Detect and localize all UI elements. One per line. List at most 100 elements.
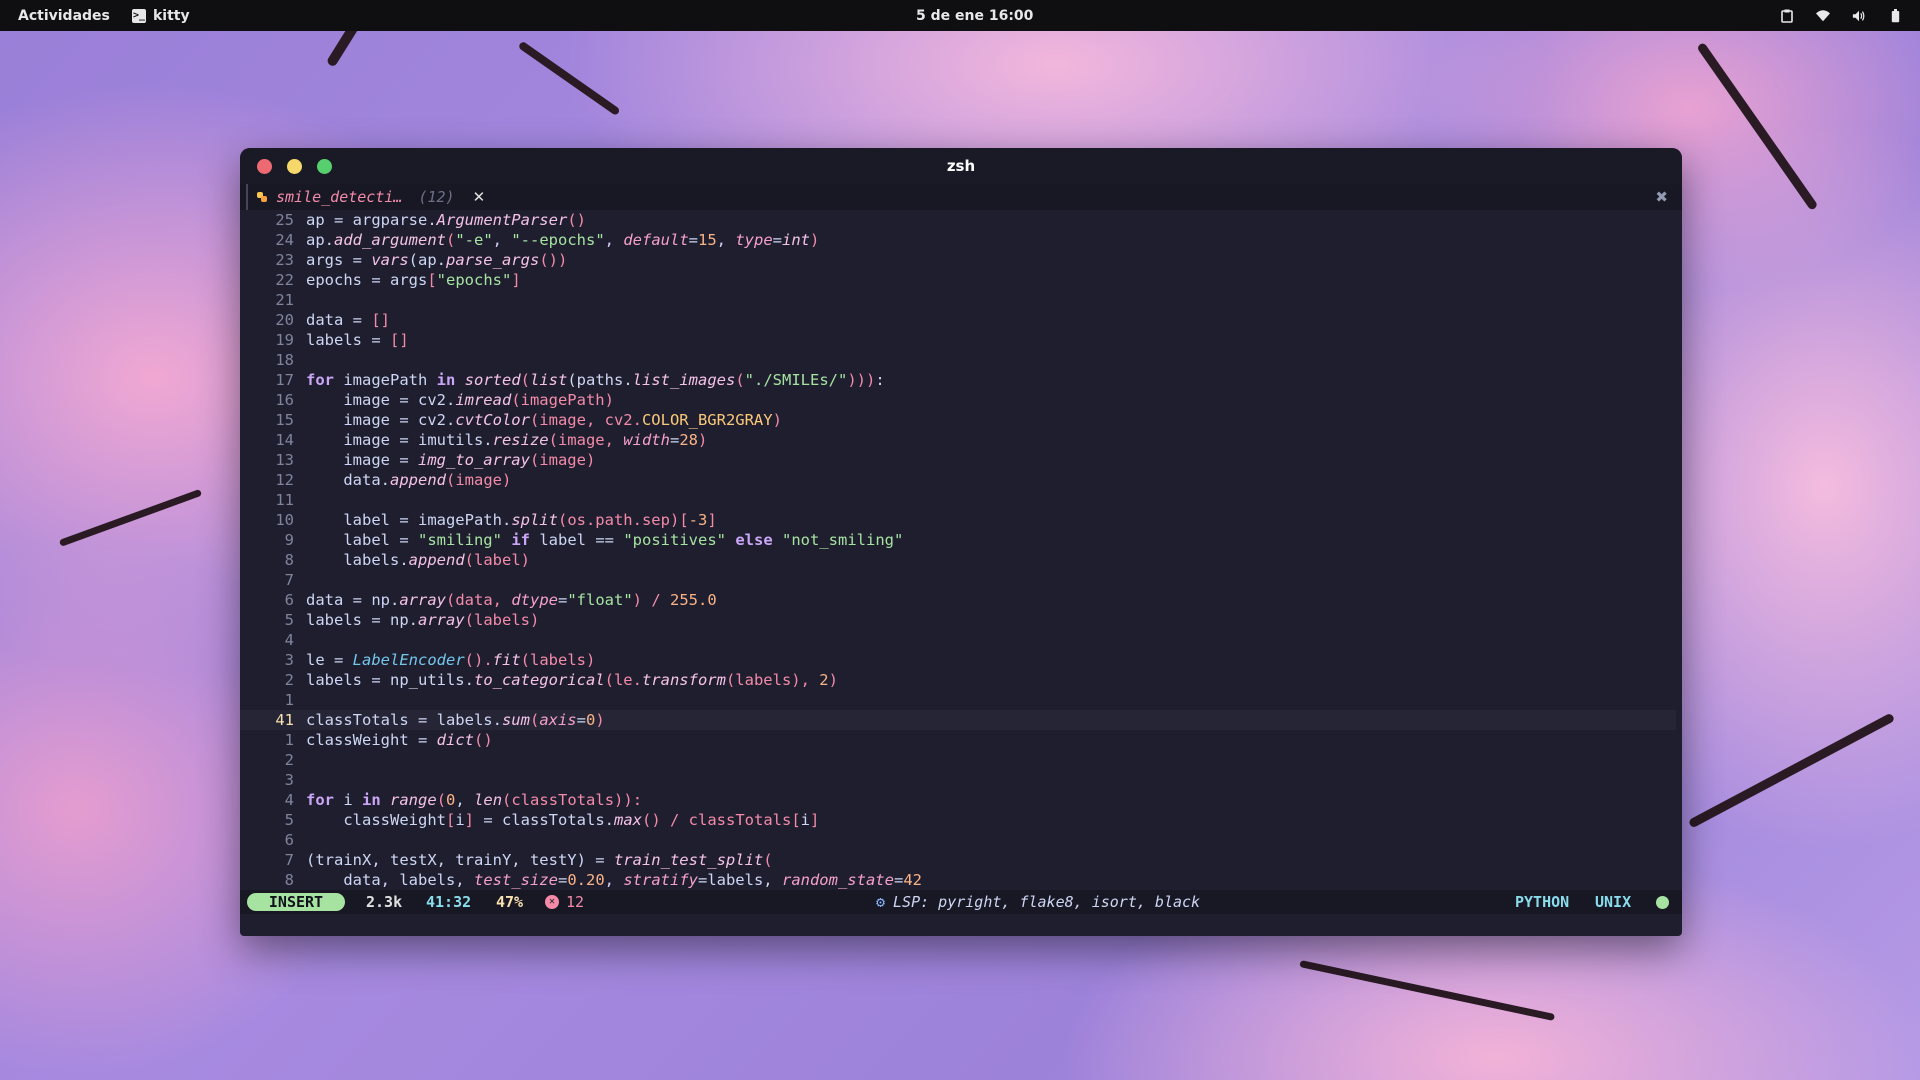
battery-icon[interactable] (1888, 8, 1902, 23)
code-token: = (893, 871, 904, 889)
maximize-window-button[interactable] (317, 159, 332, 174)
code-token: 0.20 (567, 871, 605, 889)
code-line[interactable]: 1 classWeight = dict() (240, 730, 1676, 750)
line-number: 21 (275, 291, 294, 309)
line-number: 24 (275, 231, 294, 249)
code-token: (image, cv2. (529, 411, 642, 429)
code-line[interactable]: 25 ap = argparse.ArgumentParser() (240, 210, 1676, 230)
code-line[interactable]: 8 labels.append(label) (240, 550, 1676, 570)
code-token: to_categorical (473, 671, 605, 689)
code-line[interactable]: 7 (trainX, testX, trainY, testY) = train_… (240, 850, 1676, 870)
code-line[interactable]: 6 (240, 830, 1676, 850)
code-token: "./SMILEs/" (744, 371, 848, 389)
code-line[interactable]: 22 epochs = args["epochs"] (240, 270, 1676, 290)
code-line[interactable]: 10 label = imagePath.split(os.path.sep)[… (240, 510, 1676, 530)
code-line[interactable]: 17 for imagePath in sorted(list(paths.lis… (240, 370, 1676, 390)
code-line[interactable]: 20 data = [] (240, 310, 1676, 330)
clock[interactable]: 5 de ene 16:00 (916, 0, 1033, 31)
code-token: i (455, 811, 465, 829)
code-line[interactable]: 7 (240, 570, 1676, 590)
code-line[interactable]: 2 (240, 750, 1676, 770)
cursor-position: 41:32 (426, 893, 472, 911)
line-number: 1 (284, 731, 294, 749)
code-text: image = cv2.imread(imagePath) (306, 390, 614, 410)
code-text: image = img_to_array(image) (306, 450, 595, 470)
wifi-icon[interactable] (1816, 9, 1830, 23)
code-line[interactable]: 21 (240, 290, 1676, 310)
wallpaper-branch (517, 40, 621, 117)
code-line[interactable]: 1 (240, 690, 1676, 710)
code-line[interactable]: 5 classWeight[i] = classTotals.max() / c… (240, 810, 1676, 830)
code-line[interactable]: 12 data.append(image) (240, 470, 1676, 490)
buffer-tab[interactable]: smile_detecti… (12) ✕ (246, 184, 485, 210)
code-line[interactable]: 13 image = img_to_array(image) (240, 450, 1676, 470)
close-buffer-icon[interactable]: ✕ (473, 188, 486, 206)
code-token: args = (306, 251, 372, 269)
diagnostics-errors[interactable]: ✕ 12 (545, 890, 584, 914)
code-line[interactable]: 9 label = "smiling" if label == "positiv… (240, 530, 1676, 550)
line-number: 8 (284, 871, 294, 889)
line-number: 20 (275, 311, 294, 329)
code-token: imagePath (334, 371, 437, 389)
code-token: ( (763, 851, 773, 869)
app-menu-kitty[interactable]: >_ kitty (132, 0, 190, 31)
code-token: "positives" (623, 531, 726, 549)
activities-button[interactable]: Actividades (18, 0, 110, 31)
code-token: 0 (446, 791, 456, 809)
close-all-buffers-icon[interactable]: ✖ (1655, 184, 1668, 210)
code-line[interactable]: 2 labels = np_utils.to_categorical(le.tra… (240, 670, 1676, 690)
code-line[interactable]: 3 le = LabelEncoder().fit(labels) (240, 650, 1676, 670)
code-line[interactable]: 14 image = imutils.resize(image, width=2… (240, 430, 1676, 450)
code-line[interactable]: 24 ap.add_argument("-e", "--epochs", defa… (240, 230, 1676, 250)
code-line[interactable]: 6 data = np.array(data, dtype="float") / … (240, 590, 1676, 610)
code-token: i (334, 791, 362, 809)
code-line[interactable]: 8 data, labels, test_size=0.20, stratify… (240, 870, 1676, 890)
code-token: ] (511, 271, 521, 289)
code-token: split (511, 511, 558, 529)
code-line[interactable]: 18 (240, 350, 1676, 370)
lsp-status: ⚙ LSP: pyright, flake8, isort, black (876, 890, 1200, 914)
mode-indicator: INSERT (247, 893, 345, 911)
code-token: ] (707, 511, 717, 529)
line-number: 13 (275, 451, 294, 469)
code-token: "--epochs" (511, 231, 605, 249)
line-number: 22 (275, 271, 294, 289)
line-number: 3 (284, 771, 294, 789)
terminal-window[interactable]: zsh smile_detecti… (12) ✕ ✖ 25 ap = argpa… (240, 148, 1682, 936)
line-number: 17 (275, 371, 294, 389)
close-window-button[interactable] (257, 159, 272, 174)
code-token: = (557, 871, 568, 889)
code-text: image = imutils.resize(image, width=28) (306, 430, 707, 450)
code-line[interactable]: 41 classTotals = labels.sum(axis=0) (240, 710, 1676, 730)
code-token: classWeight = (306, 731, 437, 749)
line-number: 2 (284, 671, 294, 689)
code-line[interactable]: 11 (240, 490, 1676, 510)
code-editor[interactable]: 25 ap = argparse.ArgumentParser() 24 ap.add… (240, 210, 1682, 890)
code-line[interactable]: 5 labels = np.array(labels) (240, 610, 1676, 630)
buffer-diagnostic-count: (12) (418, 188, 455, 206)
code-token: sum (501, 711, 530, 729)
code-token: dtype (511, 591, 558, 609)
code-line[interactable]: 15 image = cv2.cvtColor(image, cv2.COLOR… (240, 410, 1676, 430)
code-token: le = (306, 651, 353, 669)
code-token: (trainX, testX, trainY, testY) = (306, 851, 614, 869)
code-token: (le. (604, 671, 642, 689)
code-line[interactable]: 4 for i in range(0, len(classTotals)): (240, 790, 1676, 810)
minimize-window-button[interactable] (287, 159, 302, 174)
code-line[interactable]: 3 (240, 770, 1676, 790)
code-token: range (390, 791, 437, 809)
clipboard-icon[interactable] (1780, 9, 1794, 23)
title-bar[interactable]: zsh (240, 148, 1682, 184)
volume-icon[interactable] (1852, 9, 1866, 23)
code-token: -3 (688, 511, 708, 529)
code-token: append (390, 471, 446, 489)
line-number: 4 (284, 631, 294, 649)
code-line[interactable]: 19 labels = [] (240, 330, 1676, 350)
system-tray[interactable] (1780, 0, 1902, 31)
code-line[interactable]: 16 image = cv2.imread(imagePath) (240, 390, 1676, 410)
code-line[interactable]: 4 (240, 630, 1676, 650)
code-line[interactable]: 23 args = vars(ap.parse_args()) (240, 250, 1676, 270)
code-text: ap = argparse.ArgumentParser() (306, 210, 586, 230)
code-text: (trainX, testX, trainY, testY) = train_t… (306, 850, 773, 870)
code-token: width (623, 431, 670, 449)
